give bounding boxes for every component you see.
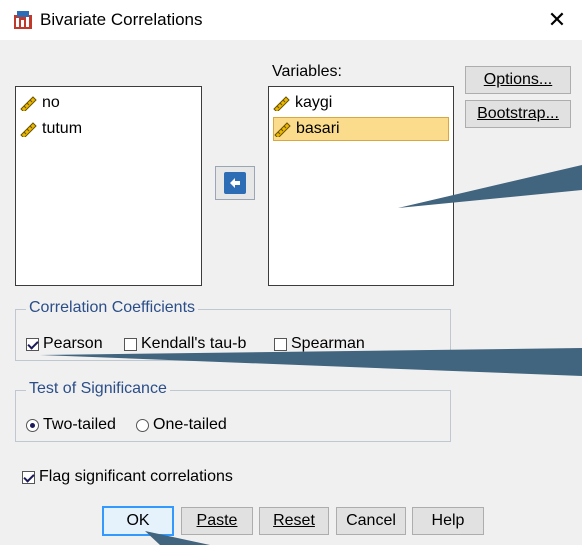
checkbox-checked-icon (26, 337, 39, 351)
spearman-label: Spearman (291, 335, 365, 352)
flag-significant-label: Flag significant correlations (39, 468, 233, 485)
help-label: Help (431, 512, 465, 529)
ok-label: OK (126, 512, 150, 529)
list-item[interactable]: kaygi (273, 91, 449, 115)
options-button[interactable]: Options... (465, 66, 571, 94)
help-button[interactable]: Help (412, 507, 484, 535)
checkbox-checked-icon (22, 470, 35, 484)
list-item-selected[interactable]: basari (273, 117, 449, 141)
radio-selected-icon (26, 418, 39, 432)
close-icon[interactable]: ✕ (540, 6, 574, 34)
ok-button[interactable]: OK (102, 506, 174, 536)
kendall-label: Kendall's tau-b (141, 335, 247, 352)
ruler-icon (273, 96, 290, 111)
spearman-checkbox[interactable]: Spearman (274, 334, 365, 354)
move-variable-button[interactable] (215, 166, 255, 200)
reset-label: Reset (273, 512, 315, 529)
correlation-coefficients-legend: Correlation Coefficients (26, 299, 199, 317)
kendall-checkbox[interactable]: Kendall's tau-b (124, 334, 246, 354)
list-item-label: tutum (42, 120, 83, 137)
flag-significant-checkbox[interactable]: Flag significant correlations (22, 467, 233, 487)
variables-list[interactable]: kaygi basari (268, 86, 454, 286)
test-of-significance-legend: Test of Significance (26, 380, 170, 398)
ruler-icon (20, 96, 37, 111)
pearson-label: Pearson (43, 335, 103, 352)
two-tailed-radio[interactable]: Two-tailed (26, 415, 116, 435)
one-tailed-radio[interactable]: One-tailed (136, 415, 227, 435)
variables-label: Variables: (272, 63, 342, 80)
list-item-label: basari (296, 120, 340, 137)
source-variable-list[interactable]: no tutum (15, 86, 202, 286)
paste-label: Paste (196, 512, 238, 529)
two-tailed-label: Two-tailed (43, 416, 116, 433)
pearson-checkbox[interactable]: Pearson (26, 334, 103, 354)
options-label: Options... (483, 71, 553, 88)
checkbox-icon (274, 337, 287, 351)
reset-button[interactable]: Reset (259, 507, 329, 535)
list-item[interactable]: tutum (20, 117, 196, 141)
spss-app-icon (14, 11, 32, 29)
window-title: Bivariate Correlations (40, 10, 203, 29)
list-item-label: kaygi (295, 94, 333, 111)
checkbox-icon (124, 337, 137, 351)
list-item[interactable]: no (20, 91, 196, 115)
correlation-coefficients-group: Correlation Coefficients Pearson Kendall… (15, 299, 451, 361)
radio-icon (136, 418, 149, 432)
bootstrap-button[interactable]: Bootstrap... (465, 100, 571, 128)
bootstrap-label: Bootstrap... (477, 105, 559, 122)
one-tailed-label: One-tailed (153, 416, 227, 433)
title-bar: Bivariate Correlations ✕ (0, 0, 582, 40)
cancel-button[interactable]: Cancel (336, 507, 406, 535)
ruler-icon (274, 122, 291, 137)
cancel-label: Cancel (346, 512, 396, 529)
list-item-label: no (42, 94, 60, 111)
paste-button[interactable]: Paste (181, 507, 253, 535)
arrow-left-icon (224, 172, 246, 194)
test-of-significance-group: Test of Significance Two-tailed One-tail… (15, 380, 451, 442)
ruler-icon (20, 122, 37, 137)
